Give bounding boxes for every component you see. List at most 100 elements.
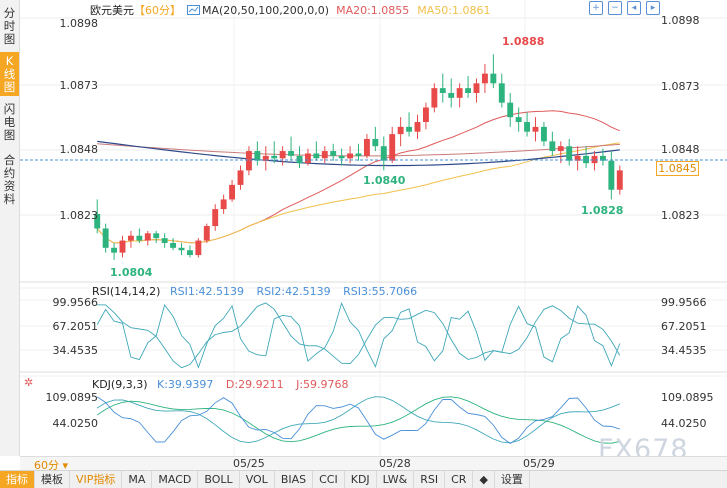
tb-settings[interactable]: 设置 [495,470,530,488]
candle-body [355,153,362,156]
ma-indicator-icon[interactable] [187,5,200,15]
candle-body [220,199,227,210]
tb-boll[interactable]: BOLL [198,470,240,488]
candle-body [178,247,185,251]
ma-params: MA(20,50,100,200,0,0) [202,3,330,17]
tb-more-icon[interactable]: ◆ [473,470,495,488]
period-selector[interactable]: 60分 ▾ [34,457,68,472]
candle-body [414,122,421,132]
main-legend: 欧元美元 【60分】 MA(20,50,100,200,0,0) MA20:1.… [90,2,491,18]
mid-low-annotation: 1.0840 [363,174,406,187]
candle-body [481,73,488,84]
candle-body [111,247,118,253]
rsi2-value: RSI2:42.5139 [256,285,331,298]
kdj-j-value: J:59.9768 [296,378,349,391]
candle-body [330,151,337,156]
indicator-toolbar: 指标 模板 VIP指标 MA MACD BOLL VOL BIAS CCI KD… [0,470,727,488]
symbol-name: 欧元美元 [90,4,134,17]
rsi-tick-right: 67.2051 [661,320,707,333]
candle-body [456,88,463,98]
tab-kline[interactable]: K线图 [0,52,19,96]
kdj-name: KDJ(9,3,3) [92,378,148,391]
price-tick-left: 1.0823 [60,209,99,222]
tb-cci[interactable]: CCI [313,470,345,488]
candle-body [389,134,396,161]
candle-body [321,151,328,159]
candle-body [203,226,210,241]
candle-body [515,117,522,123]
candle-body [549,141,556,152]
settings-gear-icon[interactable]: ✲ [24,377,36,389]
candle-body [532,126,539,132]
candle-body [557,146,564,152]
candle-body [170,242,177,248]
candle-body [372,138,379,147]
pan-left-icon[interactable]: ◂ [627,1,641,15]
candle-body [439,88,446,93]
candle-body [448,92,455,98]
tb-bias[interactable]: BIAS [275,470,314,488]
kdj-tick-right: 109.0895 [661,391,714,404]
chart-type-sidebar: 分时图 K线图 闪电图 合约资料 [0,0,20,456]
price-tick-left: 1.0848 [60,143,99,156]
candle-body [524,122,531,132]
kdj-tick-right: 44.0250 [661,417,707,430]
candle-body [304,153,311,164]
candle-body [397,126,404,135]
zoom-in-icon[interactable]: + [589,1,603,15]
tab-timeshare[interactable]: 分时图 [0,4,19,48]
candle-body [229,184,236,200]
price-tick-left: 1.0898 [60,17,99,30]
candle-body [136,235,143,241]
rsi-tick-right: 99.9566 [661,296,707,309]
tb-macd[interactable]: MACD [152,470,199,488]
candle-body [406,126,413,132]
period-date-bar: 60分 ▾ 05/25 05/28 05/29 [20,456,727,472]
tb-vip-indicator[interactable]: VIP指标 [70,470,123,488]
tb-lw[interactable]: LW& [377,470,415,488]
price-tick-right: 1.0848 [661,143,700,156]
kdj-k-value: K:39.9397 [157,378,214,391]
candle-body [271,155,278,159]
candle-body [144,233,151,241]
candle-body [195,240,202,256]
tb-cr[interactable]: CR [445,470,474,488]
ma50-value: MA50:1.0861 [417,3,491,17]
kline-app: 分时图 K线图 闪电图 合约资料 1.0898 1.0873 1.0848 1.… [0,0,727,488]
kdj-legend: KDJ(9,3,3) K:39.9397 D:29.9211 J:59.9768 [92,378,349,391]
candle-body [431,88,438,108]
indicator-line [97,302,621,369]
candle-body [507,102,514,118]
candle-body [498,83,505,103]
candle-body [279,151,286,159]
tab-contract-info[interactable]: 合约资料 [0,150,19,210]
tab-flash[interactable]: 闪电图 [0,100,19,144]
tb-indicator[interactable]: 指标 [0,470,35,488]
candle-body [380,146,387,161]
high-annotation: 1.0888 [502,35,544,48]
rsi-panel [96,302,621,369]
pan-right-icon[interactable]: ▸ [646,1,660,15]
tb-template[interactable]: 模板 [35,470,70,488]
rsi-tick-left: 34.4535 [53,344,99,357]
kdj-tick-left: 44.0250 [53,417,99,430]
ma20-value: MA20:1.0855 [336,3,410,17]
rsi-name: RSI(14,14,2) [92,285,161,298]
candle-body [616,170,623,190]
tb-vol[interactable]: VOL [240,470,275,488]
candle-body [212,209,219,227]
rsi-legend: RSI(14,14,2) RSI1:42.5139 RSI2:42.5139 R… [92,285,417,298]
candle-body [608,160,615,190]
date-label: 05/29 [523,457,555,470]
candle-body [540,126,547,142]
zoom-out-icon[interactable]: − [608,1,622,15]
rsi3-value: RSI3:55.7066 [343,285,418,298]
period-label: 【60分】 [134,4,181,17]
tb-rsi[interactable]: RSI [414,470,446,488]
price-tick-right: 1.0898 [661,14,700,27]
tb-kdj[interactable]: KDJ [345,470,377,488]
date-label: 05/25 [233,457,265,470]
tb-ma[interactable]: MA [122,470,153,488]
candle-body [347,153,354,159]
candle-body [566,146,573,161]
